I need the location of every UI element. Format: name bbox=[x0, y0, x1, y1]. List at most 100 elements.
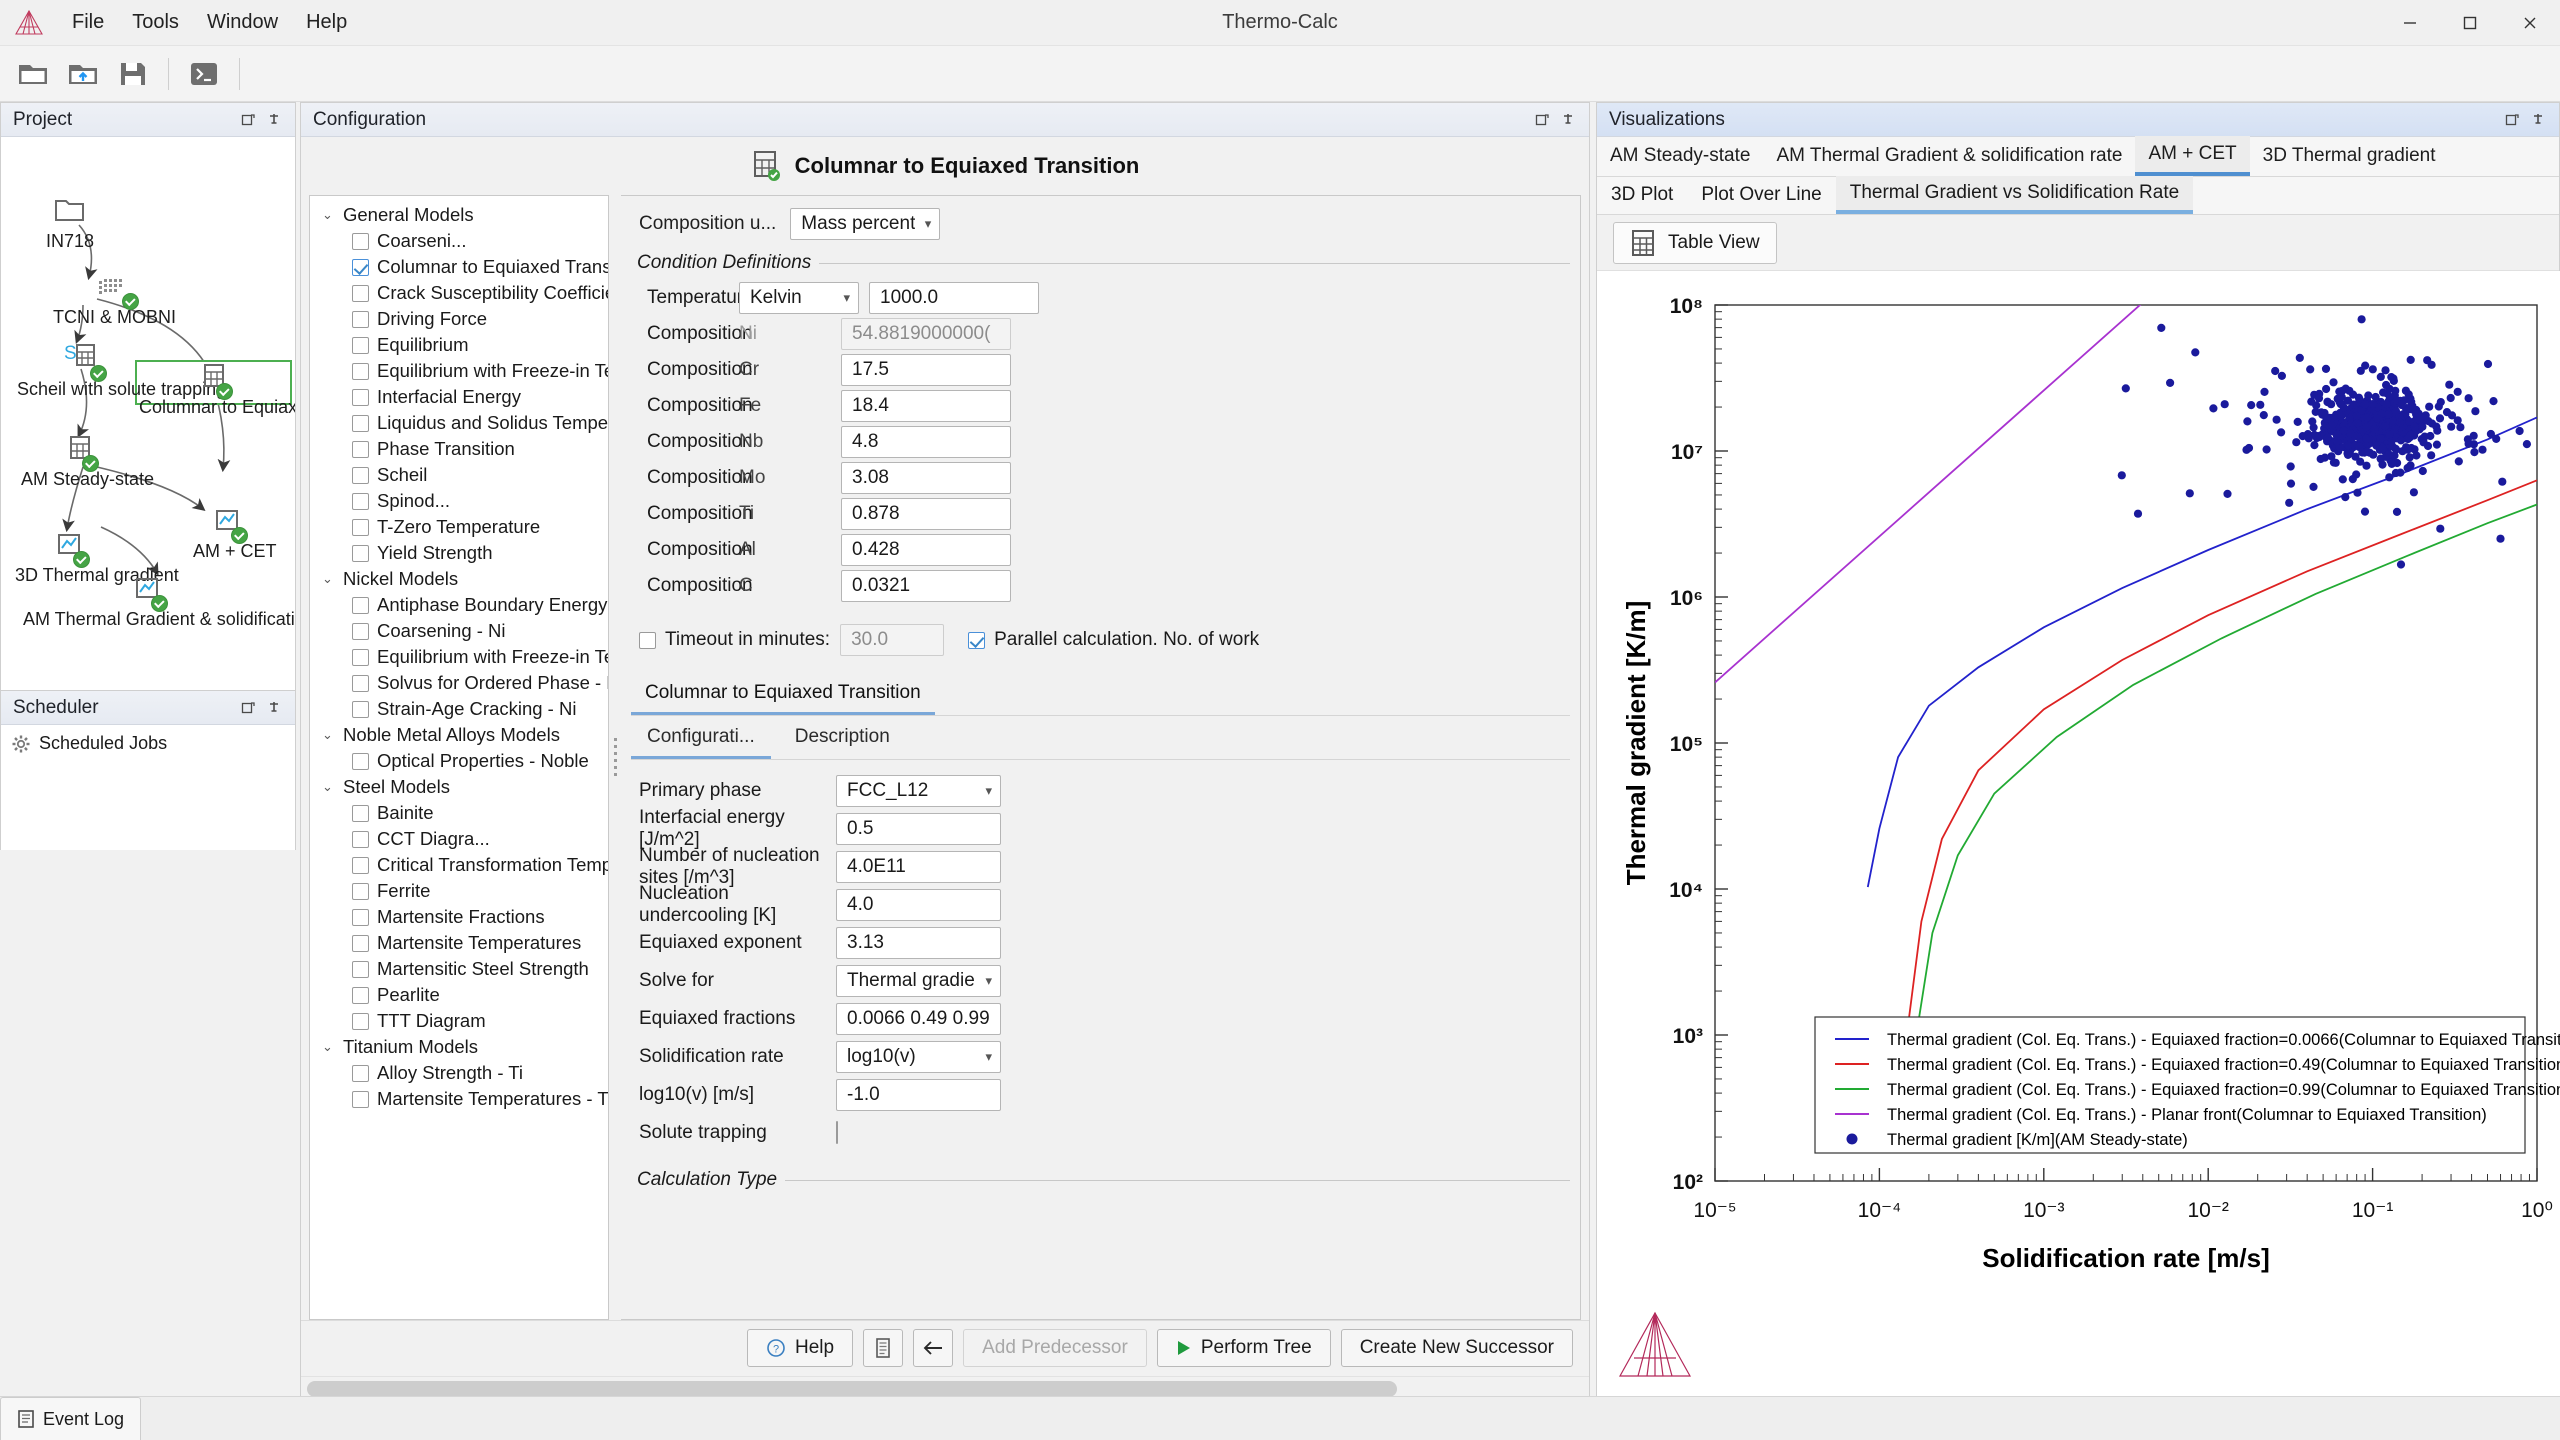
model-item-coarseni[interactable]: Coarseni... bbox=[310, 228, 608, 254]
timeout-checkbox[interactable] bbox=[639, 631, 656, 649]
model-item-checkbox[interactable] bbox=[352, 622, 369, 640]
split-handle[interactable] bbox=[609, 195, 621, 1320]
model-item-checkbox[interactable] bbox=[352, 232, 369, 250]
model-item-checkbox[interactable] bbox=[352, 1090, 369, 1108]
solve-for-select[interactable]: Thermal gradient ▾ bbox=[836, 964, 1001, 997]
solidification-rate-select[interactable]: log10(v) ▾ bbox=[836, 1040, 1001, 1073]
create-new-successor-button[interactable]: Create New Successor bbox=[1340, 1328, 1573, 1367]
model-item-checkbox[interactable] bbox=[352, 986, 369, 1004]
pin-icon[interactable] bbox=[2525, 107, 2551, 133]
model-item-martensite-fractions[interactable]: Martensite Fractions bbox=[310, 904, 608, 930]
model-item-pearlite[interactable]: Pearlite bbox=[310, 982, 608, 1008]
model-item-driving-force[interactable]: Driving Force bbox=[310, 306, 608, 332]
model-item-interfacial-energy[interactable]: Interfacial Energy bbox=[310, 384, 608, 410]
add-predecessor-button[interactable]: Add Predecessor bbox=[963, 1328, 1147, 1367]
model-item-optical-properties-noble[interactable]: Optical Properties - Noble bbox=[310, 748, 608, 774]
viz-tab-3d-thermal-gradient[interactable]: 3D Thermal gradient bbox=[2250, 136, 2449, 176]
menu-file[interactable]: File bbox=[58, 7, 118, 38]
model-item-t-zero-temperature[interactable]: T-Zero Temperature bbox=[310, 514, 608, 540]
model-item-checkbox[interactable] bbox=[352, 544, 369, 562]
model-item-scheil[interactable]: Scheil bbox=[310, 462, 608, 488]
composition-input-fe[interactable]: 18.4 bbox=[841, 390, 1011, 422]
model-item-checkbox[interactable] bbox=[352, 466, 369, 484]
model-item-checkbox[interactable] bbox=[352, 752, 369, 770]
project-node-am-thermal-gradient[interactable]: AM Thermal Gradient & solidification rat… bbox=[23, 577, 295, 630]
nucleation-undercooling-input[interactable]: 4.0 bbox=[836, 888, 1001, 921]
maximize-button[interactable] bbox=[2440, 0, 2500, 46]
model-group-noble-metal-alloys-models[interactable]: ⌄ Noble Metal Alloys Models bbox=[310, 722, 608, 748]
model-item-cct-diagra[interactable]: CCT Diagra... bbox=[310, 826, 608, 852]
project-node-scheil[interactable]: S Scheil with solute trapping bbox=[17, 341, 226, 400]
model-item-antiphase-boundary-energy-ni[interactable]: Antiphase Boundary Energy - Ni bbox=[310, 592, 608, 618]
model-item-checkbox[interactable] bbox=[352, 934, 369, 952]
model-item-checkbox[interactable] bbox=[352, 414, 369, 432]
equiaxed-exponent-input[interactable]: 3.13 bbox=[836, 926, 1001, 959]
model-item-checkbox[interactable] bbox=[352, 492, 369, 510]
primary-phase-select[interactable]: FCC_L12 ▾ bbox=[836, 774, 1001, 807]
project-tree-canvas[interactable]: IN718 TCNI & MOBNI S Scheil with solute … bbox=[1, 137, 295, 690]
viz-subtab-plot-over-line[interactable]: Plot Over Line bbox=[1687, 176, 1835, 214]
scheduled-jobs-row[interactable]: Scheduled Jobs bbox=[11, 733, 285, 754]
model-item-checkbox[interactable] bbox=[352, 674, 369, 692]
interfacial-energy-input[interactable]: 0.5 bbox=[836, 812, 1001, 845]
model-group-steel-models[interactable]: ⌄ Steel Models bbox=[310, 774, 608, 800]
open-from-button[interactable] bbox=[60, 52, 106, 96]
viz-tab-am-steady-state[interactable]: AM Steady-state bbox=[1597, 136, 1763, 176]
model-item-martensite-temperatures[interactable]: Martensite Temperatures bbox=[310, 930, 608, 956]
model-tree[interactable]: ⌄ General Models Coarseni... Columnar to Eq… bbox=[309, 195, 609, 1320]
model-item-checkbox[interactable] bbox=[352, 804, 369, 822]
equiaxed-fractions-input[interactable]: 0.0066 0.49 0.99 bbox=[836, 1002, 1001, 1035]
project-node-database[interactable]: TCNI & MOBNI bbox=[53, 277, 176, 328]
model-group-nickel-models[interactable]: ⌄ Nickel Models bbox=[310, 566, 608, 592]
temperature-unit-select[interactable]: Kelvin ▾ bbox=[739, 282, 859, 314]
float-icon[interactable] bbox=[235, 107, 261, 133]
scrollbar-thumb[interactable] bbox=[307, 1381, 1397, 1397]
model-item-checkbox[interactable] bbox=[352, 700, 369, 718]
parallel-checkbox[interactable] bbox=[968, 631, 986, 649]
model-item-checkbox[interactable] bbox=[352, 648, 369, 666]
model-item-checkbox[interactable] bbox=[352, 856, 369, 874]
event-log-tab[interactable]: Event Log bbox=[0, 1397, 142, 1440]
model-item-checkbox[interactable] bbox=[352, 440, 369, 458]
report-button[interactable] bbox=[863, 1328, 904, 1367]
model-item-checkbox[interactable] bbox=[352, 336, 369, 354]
help-button[interactable]: ? Help bbox=[747, 1328, 854, 1367]
viz-subtab-3d-plot[interactable]: 3D Plot bbox=[1597, 176, 1687, 214]
close-button[interactable] bbox=[2500, 0, 2560, 46]
model-item-alloy-strength-ti[interactable]: Alloy Strength - Ti bbox=[310, 1060, 608, 1086]
model-item-yield-strength[interactable]: Yield Strength bbox=[310, 540, 608, 566]
project-node-am-cet[interactable]: AM + CET bbox=[193, 509, 277, 562]
model-item-bainite[interactable]: Bainite bbox=[310, 800, 608, 826]
temperature-input[interactable]: 1000.0 bbox=[869, 282, 1039, 314]
back-button[interactable] bbox=[913, 1328, 954, 1367]
pin-icon[interactable] bbox=[261, 107, 287, 133]
model-group-general-models[interactable]: ⌄ General Models bbox=[310, 202, 608, 228]
model-item-ferrite[interactable]: Ferrite bbox=[310, 878, 608, 904]
tab-configuration[interactable]: Configurati... bbox=[631, 716, 771, 759]
model-item-coarsening-ni[interactable]: Coarsening - Ni bbox=[310, 618, 608, 644]
model-item-checkbox[interactable] bbox=[352, 388, 369, 406]
model-item-crack-susceptibility-coefficient[interactable]: Crack Susceptibility Coefficient bbox=[310, 280, 608, 306]
timeout-checkbox-row[interactable]: Timeout in minutes: bbox=[639, 629, 830, 651]
model-item-checkbox[interactable] bbox=[352, 908, 369, 926]
minimize-button[interactable] bbox=[2380, 0, 2440, 46]
model-item-ttt-diagram[interactable]: TTT Diagram bbox=[310, 1008, 608, 1034]
composition-input-cr[interactable]: 17.5 bbox=[841, 354, 1011, 386]
model-item-columnar-to-equiaxed-transition[interactable]: Columnar to Equiaxed Transition bbox=[310, 254, 608, 280]
viz-tab-am-thermal-gradient-solidification-rate[interactable]: AM Thermal Gradient & solidification rat… bbox=[1763, 136, 2135, 176]
model-item-critical-transformation-temperatures[interactable]: Critical Transformation Temperatures bbox=[310, 852, 608, 878]
project-node-cet[interactable]: Columnar to Equiaxed Transition bbox=[139, 363, 295, 418]
model-item-phase-transition[interactable]: Phase Transition bbox=[310, 436, 608, 462]
composition-input-ti[interactable]: 0.878 bbox=[841, 498, 1011, 530]
menu-help[interactable]: Help bbox=[292, 7, 361, 38]
model-item-martensite-temperatures-ti[interactable]: Martensite Temperatures - Ti bbox=[310, 1086, 608, 1112]
perform-tree-button[interactable]: Perform Tree bbox=[1156, 1328, 1331, 1367]
solute-trapping-checkbox[interactable] bbox=[836, 1120, 838, 1144]
save-project-button[interactable] bbox=[110, 52, 156, 96]
chart-area[interactable]: 10⁻⁵ 10⁻⁴ 10⁻³ 10⁻² 10⁻¹ 10⁰ 10² 10³ 10⁴ 10⁵ 10⁶ 10… bbox=[1597, 271, 2560, 1396]
pin-icon[interactable] bbox=[1555, 107, 1581, 133]
model-item-checkbox[interactable] bbox=[352, 1064, 369, 1082]
tab-description[interactable]: Description bbox=[779, 716, 906, 759]
nucleation-sites-input[interactable]: 4.0E11 bbox=[836, 850, 1001, 883]
model-item-checkbox[interactable] bbox=[352, 284, 369, 302]
